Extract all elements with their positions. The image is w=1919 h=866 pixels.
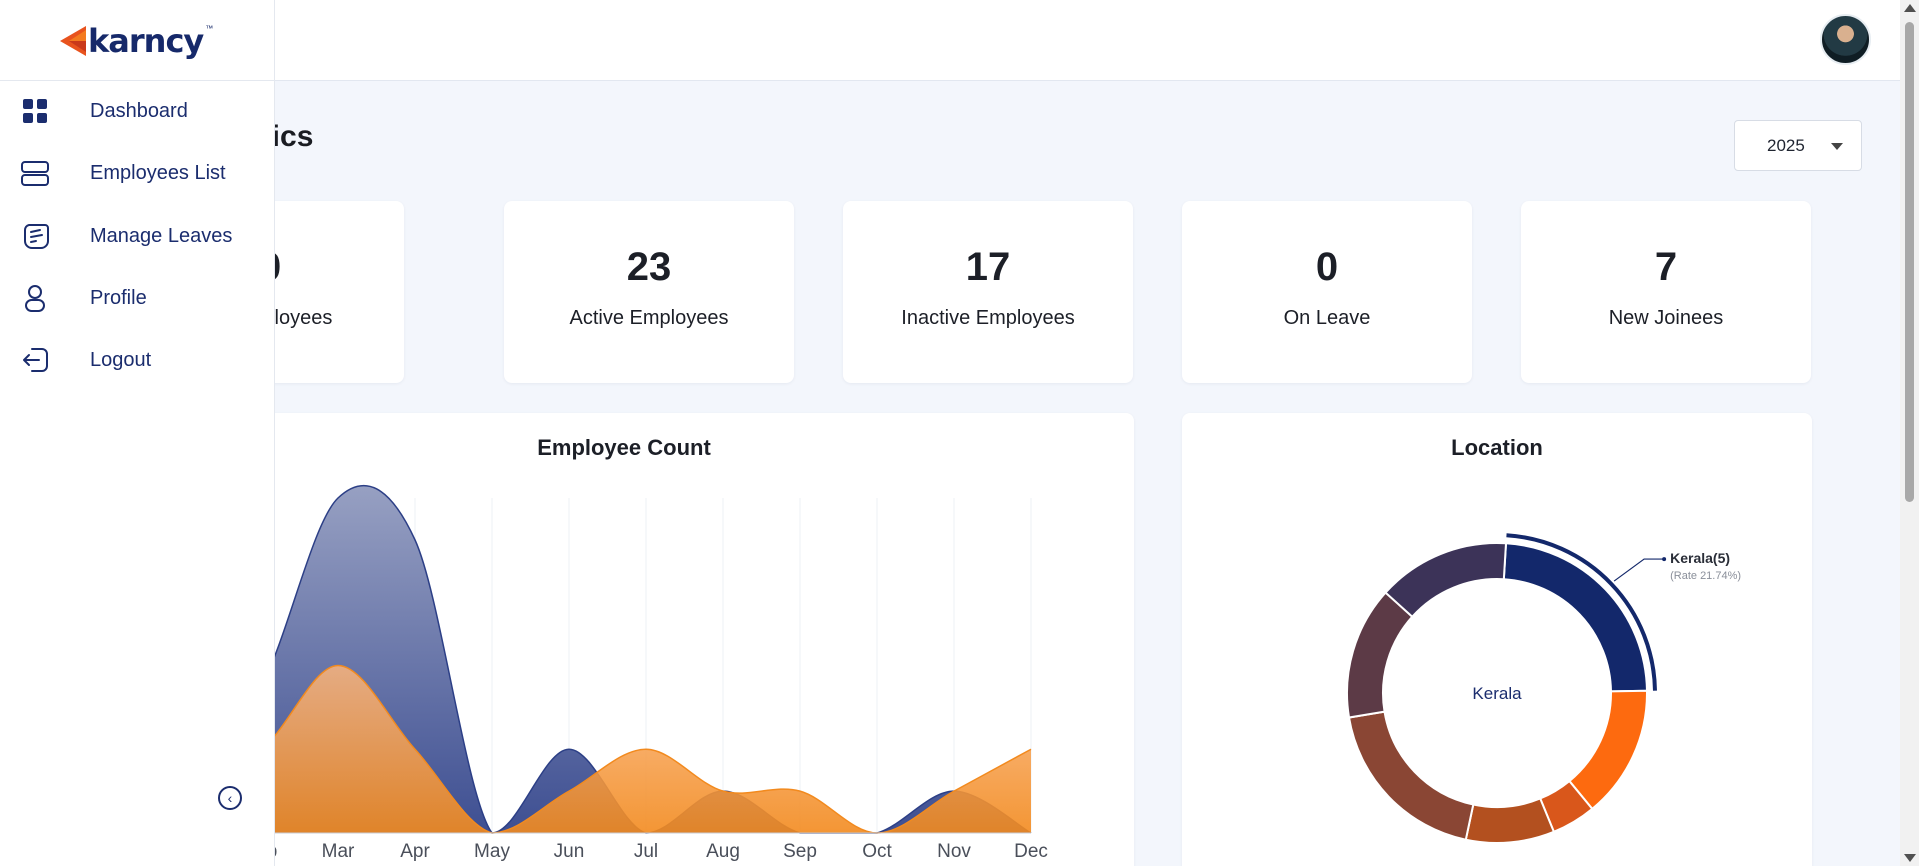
stat-card-new-joinees: 7 New Joinees [1521, 201, 1811, 383]
logout-icon [23, 348, 48, 372]
location-panel: Location Kerala(5) (Rate 21.74%) Kerala [1182, 413, 1812, 866]
x-tick-label: Apr [400, 841, 430, 862]
slice-sublabel: (Rate 21.74%) [1670, 570, 1741, 582]
stat-value: 23 [626, 245, 672, 289]
year-select[interactable]: 2025 [1734, 120, 1862, 171]
stat-card-active: 23 Active Employees [504, 201, 794, 383]
donut-slice[interactable] [1384, 542, 1508, 619]
sidebar-item-dashboard[interactable]: Dashboard [0, 86, 275, 136]
donut-slice[interactable] [1502, 542, 1648, 693]
sidebar-item-label: Manage Leaves [90, 224, 233, 247]
stat-label: New Joinees [1608, 307, 1724, 329]
sidebar-item-label: Profile [90, 286, 147, 309]
x-tick-label: Jun [554, 841, 585, 862]
sidebar-item-employees-list[interactable]: Employees List [0, 148, 275, 198]
sidebar-item-label: Employees List [90, 161, 226, 184]
x-tick-label: May [474, 841, 510, 862]
x-tick-label: Oct [862, 841, 892, 862]
x-tick-label: Aug [706, 841, 740, 862]
user-avatar[interactable] [1820, 14, 1871, 65]
chevron-down-icon [1831, 143, 1843, 150]
x-tick-label: Dec [1014, 841, 1048, 862]
top-header [0, 0, 1900, 81]
page-scrollbar[interactable] [1900, 0, 1919, 866]
list-icon [21, 161, 49, 186]
x-tick-label: Nov [937, 841, 971, 862]
stat-value: 17 [965, 245, 1011, 289]
logo-text: karncy [88, 22, 204, 60]
x-tick-label: Jul [634, 841, 658, 862]
dashboard-icon [23, 99, 47, 123]
donut-slice[interactable] [1347, 710, 1475, 841]
sidebar: karncy ™ Dashboard Employees List Manage… [0, 0, 275, 866]
stat-label: On Leave [1283, 307, 1371, 329]
x-tick-label: Sep [783, 841, 817, 862]
stat-label: Active Employees [569, 307, 729, 329]
logo-tm: ™ [205, 24, 214, 33]
donut-slice[interactable] [1346, 591, 1414, 719]
scroll-up-icon[interactable] [1904, 4, 1916, 12]
logo-area: karncy ™ [0, 0, 274, 81]
stat-card-on-leave: 0 On Leave [1182, 201, 1472, 383]
user-icon [25, 285, 45, 312]
stat-label: Inactive Employees [901, 307, 1075, 329]
chevron-left-icon: ‹ [227, 790, 233, 806]
collapse-sidebar-button[interactable]: ‹ [218, 786, 242, 810]
donut-slice[interactable] [1567, 689, 1648, 811]
stat-value: 0 [1315, 245, 1339, 289]
stat-value: 7 [1654, 245, 1678, 289]
label-leader-line [1613, 558, 1665, 582]
sidebar-item-label: Logout [90, 348, 152, 371]
karncy-logo[interactable]: karncy ™ [60, 24, 213, 58]
location-chart: Kerala(5) (Rate 21.74%) Kerala [1346, 533, 1741, 844]
leave-icon [24, 224, 49, 249]
year-select-value: 2025 [1767, 135, 1805, 155]
sidebar-item-label: Dashboard [90, 99, 188, 122]
donut-slice[interactable] [1464, 797, 1556, 844]
donut-center-label: Kerala [1472, 684, 1522, 703]
sidebar-item-logout[interactable]: Logout [0, 335, 275, 385]
sidebar-item-manage-leaves[interactable]: Manage Leaves [0, 211, 275, 261]
x-tick-label: Mar [322, 841, 355, 862]
scroll-down-icon[interactable] [1904, 854, 1916, 862]
scroll-thumb[interactable] [1905, 22, 1914, 502]
slice-label: Kerala(5) [1670, 550, 1730, 566]
stat-card-inactive: 17 Inactive Employees [843, 201, 1133, 383]
sidebar-item-profile[interactable]: Profile [0, 273, 275, 323]
label-dot [1662, 557, 1667, 562]
series-orange-area [184, 665, 1031, 833]
logo-icon [60, 26, 86, 56]
